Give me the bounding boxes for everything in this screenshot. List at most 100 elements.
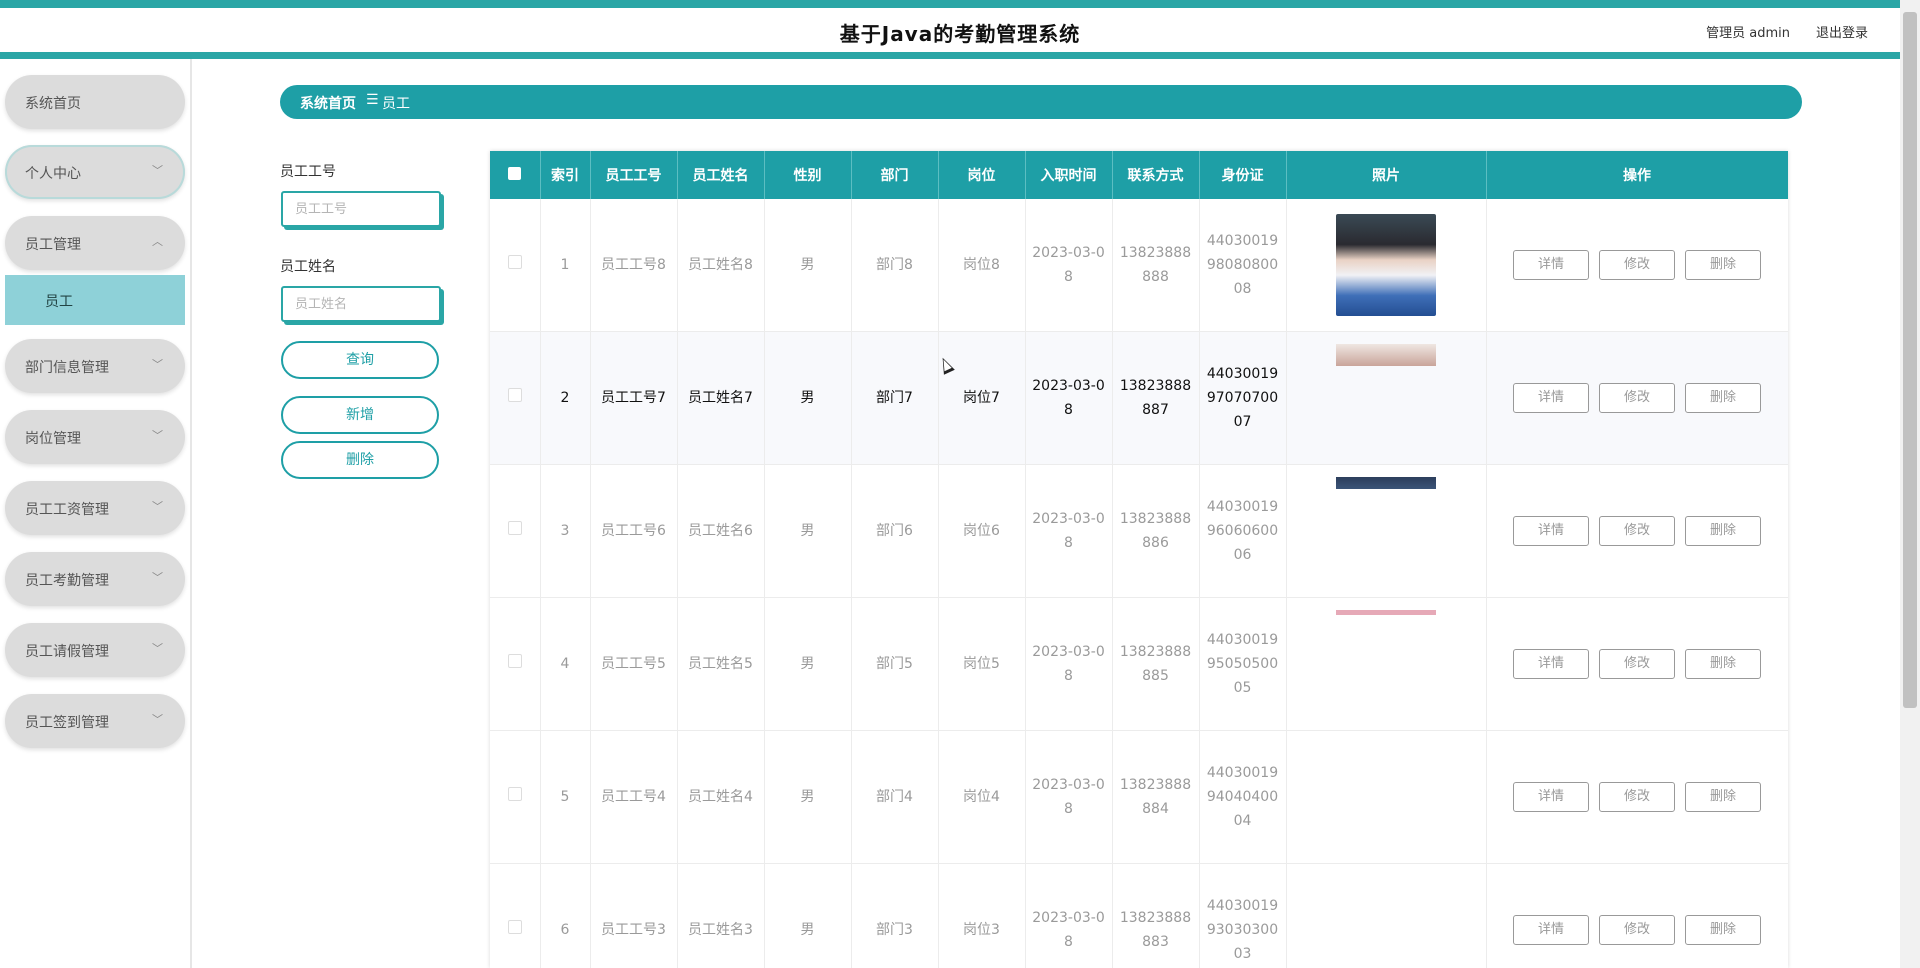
cell-index: 4	[540, 597, 591, 731]
sidebar-item-department[interactable]: 部门信息管理 ﹀	[5, 339, 185, 393]
sidebar-item-salary[interactable]: 员工工资管理 ﹀	[5, 481, 185, 535]
batch-delete-button[interactable]: 删除	[281, 441, 439, 479]
detail-button[interactable]: 详情	[1513, 915, 1589, 945]
detail-button[interactable]: 详情	[1513, 250, 1589, 280]
sidebar-item-attendance[interactable]: 员工考勤管理 ﹀	[5, 552, 185, 606]
table-header-row: 索引 员工工号 员工姓名 性别 部门 岗位 入职时间 联系方式 身份证 照片 操…	[490, 151, 1788, 199]
app-header: 基于Java的考勤管理系统 管理员 admin 退出登录	[0, 8, 1920, 52]
table-row: 1 员工工号8 员工姓名8 男 部门8 岗位8 2023-03-08 13823…	[490, 199, 1788, 332]
page-scrollbar[interactable]	[1900, 0, 1920, 968]
cell-index: 5	[540, 730, 591, 864]
detail-button[interactable]: 详情	[1513, 782, 1589, 812]
cell-id-card: 440300199606060006	[1199, 464, 1287, 598]
detail-button[interactable]: 详情	[1513, 649, 1589, 679]
cell-actions: 详情 修改 删除	[1486, 331, 1788, 465]
cell-phone: 13823888886	[1112, 464, 1200, 598]
cell-photo	[1286, 331, 1487, 465]
sidebar-item-signin[interactable]: 员工签到管理 ﹀	[5, 694, 185, 748]
cell-department: 部门5	[851, 597, 939, 731]
scrollbar-thumb[interactable]	[1903, 12, 1917, 708]
logout-link[interactable]: 退出登录	[1816, 22, 1868, 41]
cell-index: 3	[540, 464, 591, 598]
sidebar-item-label: 员工签到管理	[25, 715, 109, 731]
breadcrumb-home-link[interactable]: 系统首页	[300, 93, 356, 113]
sidebar-item-label: 个人中心	[25, 166, 81, 182]
chevron-down-icon: ﹀	[152, 713, 163, 726]
row-checkbox[interactable]	[490, 199, 541, 332]
employee-photo	[1336, 344, 1436, 366]
cell-department: 部门8	[851, 199, 939, 332]
cell-index: 6	[540, 863, 591, 968]
delete-button[interactable]: 删除	[1685, 250, 1761, 280]
sidebar-subitem-employee[interactable]: 员工	[5, 275, 185, 325]
add-button[interactable]: 新增	[281, 396, 439, 434]
table-row: 3 员工工号6 员工姓名6 男 部门6 岗位6 2023-03-08 13823…	[490, 464, 1788, 598]
header-underline	[0, 52, 1920, 59]
delete-button[interactable]: 删除	[1685, 383, 1761, 413]
sidebar-item-label: 岗位管理	[25, 431, 81, 447]
cell-phone: 13823888884	[1112, 730, 1200, 864]
sidebar-item-employee-mgmt[interactable]: 员工管理 ︿	[5, 216, 185, 270]
delete-button[interactable]: 删除	[1685, 516, 1761, 546]
edit-button[interactable]: 修改	[1599, 250, 1675, 280]
cell-join-date: 2023-03-08	[1025, 863, 1113, 968]
row-checkbox[interactable]	[490, 597, 541, 731]
cell-photo	[1286, 730, 1487, 864]
sidebar-item-label: 员工请假管理	[25, 644, 109, 660]
cell-actions: 详情 修改 删除	[1486, 199, 1788, 332]
sidebar-item-label: 部门信息管理	[25, 360, 109, 376]
chevron-down-icon: ﹀	[152, 500, 163, 513]
detail-button[interactable]: 详情	[1513, 383, 1589, 413]
cell-id-card: 440300199707070007	[1199, 331, 1287, 465]
sidebar-subitem-label: 员工	[45, 294, 73, 310]
employee-table: 索引 员工工号 员工姓名 性别 部门 岗位 入职时间 联系方式 身份证 照片 操…	[490, 151, 1788, 968]
cell-employee-name: 员工姓名7	[677, 331, 765, 465]
delete-button[interactable]: 删除	[1685, 915, 1761, 945]
edit-button[interactable]: 修改	[1599, 383, 1675, 413]
query-button[interactable]: 查询	[281, 341, 439, 379]
column-header: 员工姓名	[677, 151, 765, 199]
breadcrumb: 系统首页 ☰ 员工	[280, 85, 1802, 119]
sidebar-item-post[interactable]: 岗位管理 ﹀	[5, 410, 185, 464]
table-row: 4 员工工号5 员工姓名5 男 部门5 岗位5 2023-03-08 13823…	[490, 597, 1788, 731]
column-header: 索引	[540, 151, 591, 199]
edit-button[interactable]: 修改	[1599, 782, 1675, 812]
detail-button[interactable]: 详情	[1513, 516, 1589, 546]
cell-phone: 13823888888	[1112, 199, 1200, 332]
sidebar-item-profile[interactable]: 个人中心 ﹀	[5, 145, 185, 199]
sidebar-item-label: 员工工资管理	[25, 502, 109, 518]
employee-name-input[interactable]	[281, 286, 441, 322]
chevron-down-icon: ﹀	[152, 571, 163, 584]
edit-button[interactable]: 修改	[1599, 649, 1675, 679]
row-checkbox[interactable]	[490, 331, 541, 465]
select-all-checkbox[interactable]	[490, 151, 541, 199]
cell-post: 岗位6	[938, 464, 1026, 598]
edit-button[interactable]: 修改	[1599, 516, 1675, 546]
edit-button[interactable]: 修改	[1599, 915, 1675, 945]
cell-post: 岗位3	[938, 863, 1026, 968]
employee-id-input[interactable]	[281, 191, 441, 227]
cell-employee-id: 员工工号8	[590, 199, 678, 332]
row-checkbox[interactable]	[490, 464, 541, 598]
row-checkbox[interactable]	[490, 863, 541, 968]
cell-id-card: 440300199303030003	[1199, 863, 1287, 968]
cell-employee-name: 员工姓名3	[677, 863, 765, 968]
cell-gender: 男	[764, 863, 852, 968]
cell-post: 岗位7	[938, 331, 1026, 465]
cell-gender: 男	[764, 464, 852, 598]
employee-photo	[1336, 610, 1436, 615]
cell-photo	[1286, 597, 1487, 731]
table-row: 6 员工工号3 员工姓名3 男 部门3 岗位3 2023-03-08 13823…	[490, 863, 1788, 968]
cell-phone: 13823888887	[1112, 331, 1200, 465]
sidebar-item-leave[interactable]: 员工请假管理 ﹀	[5, 623, 185, 677]
row-checkbox[interactable]	[490, 730, 541, 864]
cell-photo	[1286, 464, 1487, 598]
column-header: 联系方式	[1112, 151, 1200, 199]
delete-button[interactable]: 删除	[1685, 649, 1761, 679]
sidebar-item-label: 员工管理	[25, 237, 81, 253]
delete-button[interactable]: 删除	[1685, 782, 1761, 812]
sidebar-item-home[interactable]: 系统首页	[5, 75, 185, 129]
breadcrumb-current: 员工	[382, 96, 410, 112]
cell-gender: 男	[764, 331, 852, 465]
top-accent-bar	[0, 0, 1920, 8]
